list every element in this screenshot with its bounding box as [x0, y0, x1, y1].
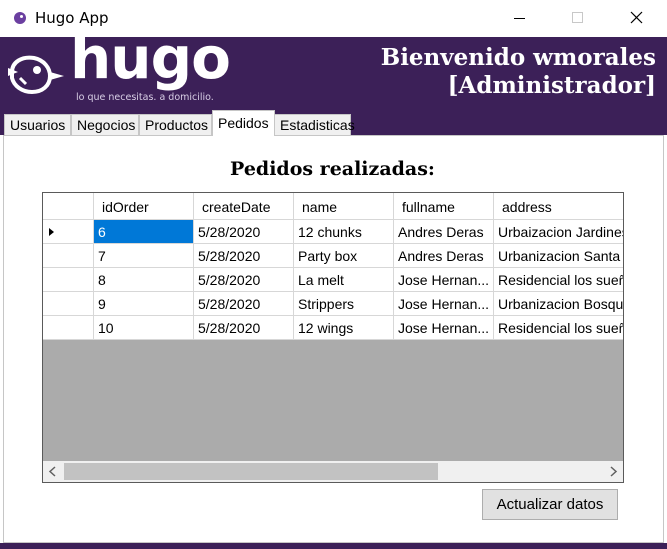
maximize-icon	[572, 12, 583, 23]
minimize-button[interactable]	[497, 0, 543, 37]
minimize-icon	[514, 18, 525, 19]
cell-createdate[interactable]: 5/28/2020	[194, 244, 294, 268]
tab-estadisticas[interactable]: Estadisticas	[274, 114, 355, 136]
column-header-address[interactable]: address	[494, 193, 623, 220]
column-header-fullname[interactable]: fullname	[394, 193, 494, 220]
cell-createdate[interactable]: 5/28/2020	[194, 316, 294, 340]
cell-idorder[interactable]: 6	[94, 220, 194, 244]
cell-name[interactable]: Party box	[294, 244, 394, 268]
scroll-thumb[interactable]	[64, 463, 438, 480]
table-row[interactable]: 6 5/28/2020 12 chunks Andres Deras Urbai…	[43, 220, 623, 244]
cell-fullname[interactable]: Andres Deras	[394, 220, 494, 244]
cell-idorder[interactable]: 9	[94, 292, 194, 316]
close-icon	[630, 11, 643, 24]
cell-address[interactable]: Urbanizacion Santa E	[494, 244, 623, 268]
horizontal-scrollbar[interactable]	[43, 461, 623, 482]
cell-name[interactable]: Strippers	[294, 292, 394, 316]
tab-negocios[interactable]: Negocios	[71, 114, 139, 136]
cell-address[interactable]: Residencial los sueño	[494, 316, 623, 340]
row-header[interactable]	[43, 316, 94, 340]
user-role: [Administrador]	[447, 72, 656, 99]
cell-address[interactable]: Urbanizacion Bosque	[494, 292, 623, 316]
cell-name[interactable]: 12 chunks	[294, 220, 394, 244]
cell-address[interactable]: Urbaizacion Jardines	[494, 220, 623, 244]
cell-fullname[interactable]: Andres Deras	[394, 244, 494, 268]
maximize-button[interactable]	[554, 0, 600, 37]
bottom-strip	[0, 543, 667, 549]
row-header[interactable]	[43, 220, 94, 244]
cell-address[interactable]: Residencial los sueño	[494, 268, 623, 292]
cell-idorder[interactable]: 8	[94, 268, 194, 292]
chevron-left-icon	[48, 466, 56, 477]
close-button[interactable]	[614, 0, 660, 37]
hugo-bird-logo-icon	[8, 55, 64, 95]
grid-header: idOrder createDate name fullname address	[43, 193, 623, 220]
tab-productos[interactable]: Productos	[139, 114, 212, 136]
cell-name[interactable]: 12 wings	[294, 316, 394, 340]
cell-idorder[interactable]: 10	[94, 316, 194, 340]
cell-fullname[interactable]: Jose Hernan...	[394, 316, 494, 340]
welcome-user: Bienvenido wmorales	[380, 44, 656, 71]
refresh-data-button[interactable]: Actualizar datos	[482, 489, 618, 520]
grid-corner	[43, 193, 94, 220]
column-header-idorder[interactable]: idOrder	[94, 193, 194, 220]
table-row[interactable]: 7 5/28/2020 Party box Andres Deras Urban…	[43, 244, 623, 268]
cell-fullname[interactable]: Jose Hernan...	[394, 292, 494, 316]
logo-tagline: lo que necesitas. a domicilio.	[76, 92, 214, 103]
row-header[interactable]	[43, 268, 94, 292]
column-header-createdate[interactable]: createDate	[194, 193, 294, 220]
cell-idorder[interactable]: 7	[94, 244, 194, 268]
chevron-right-icon	[610, 466, 618, 477]
cell-createdate[interactable]: 5/28/2020	[194, 292, 294, 316]
current-row-arrow-icon	[49, 228, 54, 236]
cell-createdate[interactable]: 5/28/2020	[194, 268, 294, 292]
row-header[interactable]	[43, 244, 94, 268]
tab-pedidos[interactable]: Pedidos	[212, 110, 275, 136]
table-row[interactable]: 9 5/28/2020 Strippers Jose Hernan... Urb…	[43, 292, 623, 316]
scroll-right-button[interactable]	[603, 461, 623, 482]
page-title: Pedidos realizadas:	[0, 158, 667, 180]
table-row[interactable]: 10 5/28/2020 12 wings Jose Hernan... Res…	[43, 316, 623, 340]
cell-name[interactable]: La melt	[294, 268, 394, 292]
cell-createdate[interactable]: 5/28/2020	[194, 220, 294, 244]
orders-grid[interactable]: idOrder createDate name fullname address…	[42, 192, 624, 483]
table-row[interactable]: 8 5/28/2020 La melt Jose Hernan... Resid…	[43, 268, 623, 292]
scroll-left-button[interactable]	[43, 461, 63, 482]
tab-usuarios[interactable]: Usuarios	[4, 114, 71, 136]
cell-fullname[interactable]: Jose Hernan...	[394, 268, 494, 292]
page-title-text: Pedidos realizadas:	[230, 158, 435, 180]
column-header-name[interactable]: name	[294, 193, 394, 220]
hugo-logo-wordmark: hugo	[70, 24, 231, 92]
row-header[interactable]	[43, 292, 94, 316]
hugo-bird-icon	[14, 12, 26, 24]
